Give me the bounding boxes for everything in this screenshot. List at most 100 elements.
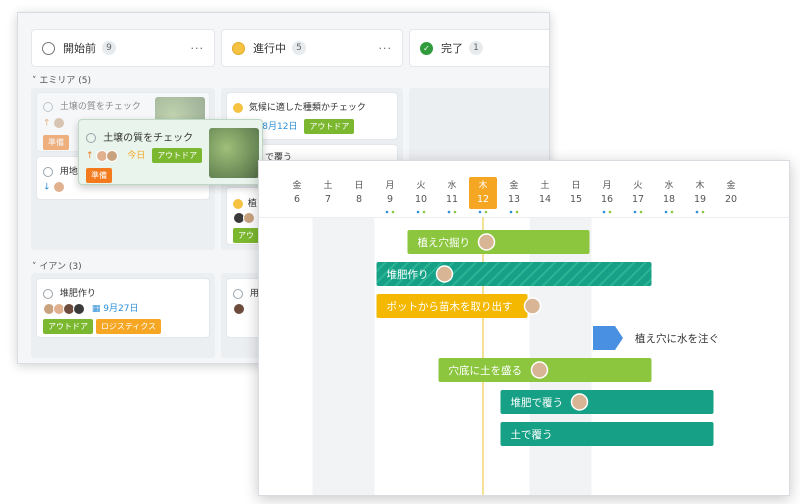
- date-label: 6: [294, 194, 300, 205]
- date-label: 8: [356, 194, 362, 205]
- group-header-emilia[interactable]: ˅ エミリア (5): [32, 73, 91, 86]
- group-label: エミリア (5): [39, 76, 91, 86]
- due-date: 今日: [127, 151, 146, 161]
- date-label: 9: [387, 194, 393, 205]
- avatar: [477, 233, 496, 251]
- column-header-todo[interactable]: 開始前 9 ···: [31, 29, 215, 67]
- column-header-in-progress[interactable]: 進行中 5 ···: [221, 29, 403, 67]
- check-circle-icon: ✓: [420, 41, 433, 55]
- day-of-week-label: 月: [602, 180, 611, 191]
- tag: アウトドア: [43, 319, 93, 334]
- in-progress-icon: [233, 102, 243, 113]
- workload-dot: [509, 210, 513, 214]
- day-of-week-label: 月: [385, 180, 394, 191]
- avatar: [530, 361, 549, 379]
- milestone-label: 植え穴に水を注ぐ: [635, 332, 719, 345]
- more-options-icon[interactable]: ···: [191, 42, 205, 55]
- workload-dot: [515, 210, 519, 214]
- status-circle-icon[interactable]: [43, 288, 53, 299]
- workload-dot: [608, 210, 612, 214]
- day-of-week-label: 火: [633, 180, 642, 191]
- day-of-week-label: 土: [540, 179, 549, 191]
- workload-dot: [633, 210, 637, 214]
- date-label: 7: [325, 194, 331, 205]
- status-circle-icon[interactable]: [43, 166, 53, 177]
- day-of-week-label: 火: [416, 180, 425, 191]
- workload-dot: [664, 210, 668, 214]
- date-label: 18: [663, 194, 675, 205]
- priority-down-icon: ↓: [43, 182, 51, 193]
- column-header-done[interactable]: ✓ 完了 1: [409, 29, 549, 67]
- workload-dot: [484, 210, 488, 214]
- avatar: [73, 302, 85, 315]
- tag: 準備: [43, 135, 69, 150]
- date-label: 16: [601, 194, 613, 205]
- task-card[interactable]: 堆肥作り ▦ 9月27日 アウトドア ロジスティクス: [36, 278, 210, 338]
- card-title: 土壌の質をチェック: [59, 102, 141, 112]
- gantt-window: 金 6 土 7 日 8 月 9 火 10 水 11 木 12 金 13 土 14 日 15 月 16 火 17 水 18 木 19 金 2…: [258, 160, 790, 496]
- date-label: 20: [725, 194, 737, 205]
- date-label: 11: [446, 194, 458, 205]
- task-bar-label: 穴底に土を盛る: [449, 364, 523, 377]
- image-thumbnail: [209, 128, 259, 178]
- task-bar-label: 植え穴掘り: [418, 236, 471, 249]
- date-label: 15: [570, 194, 582, 205]
- in-progress-icon: [233, 198, 243, 209]
- workload-dot: [391, 210, 395, 214]
- tag: アウ: [233, 228, 259, 243]
- day-of-week-label: 日: [354, 180, 363, 191]
- status-circle-icon[interactable]: [86, 133, 96, 143]
- header-divider: [259, 217, 789, 218]
- card-title: 気候に適した種類かチェック: [248, 103, 366, 113]
- avatar: [523, 297, 542, 315]
- date-label: 13: [508, 194, 520, 205]
- workload-dot: [695, 210, 699, 214]
- status-circle-icon[interactable]: [233, 288, 243, 299]
- workload-dot: [416, 210, 420, 214]
- task-bar-label: ポットから苗木を取り出す: [387, 300, 513, 313]
- card-title: 堆肥作り: [59, 289, 96, 299]
- workload-dot: [670, 210, 674, 214]
- day-of-week-label: 土: [323, 179, 332, 191]
- weekend-column: [312, 217, 344, 495]
- weekend-column: [560, 217, 592, 495]
- workload-dot: [447, 210, 451, 214]
- task-bar-label: 堆肥作り: [387, 269, 429, 281]
- workload-dot: [422, 210, 426, 214]
- tag: アウトドア: [304, 119, 355, 134]
- column-title: 完了: [441, 42, 463, 55]
- more-options-icon[interactable]: ···: [379, 42, 393, 55]
- tag: 準備: [86, 168, 112, 183]
- avatar: [106, 149, 119, 162]
- column-count: 9: [102, 41, 116, 55]
- day-of-week-label: 金: [509, 179, 518, 191]
- tag: ロジスティクス: [95, 319, 162, 334]
- day-of-week-label: 水: [447, 179, 456, 191]
- workload-dot: [453, 210, 457, 214]
- group-header-ian[interactable]: ˅ イアン (3): [32, 259, 82, 272]
- due-date: 8月12日: [262, 122, 298, 132]
- date-label: 19: [694, 194, 706, 205]
- milestone-marker[interactable]: [593, 326, 623, 350]
- in-progress-status-icon: [232, 41, 245, 55]
- day-of-week-label: 木: [695, 179, 704, 191]
- card-title: 土壌の質をチェック: [103, 133, 194, 144]
- task-bar-label: 土で覆う: [511, 428, 553, 441]
- day-of-week-label: 日: [571, 180, 580, 191]
- avatar: [570, 393, 589, 411]
- avatar: [233, 303, 245, 315]
- column-title: 進行中: [253, 42, 286, 55]
- status-circle-icon[interactable]: [43, 101, 53, 112]
- dragged-task-card[interactable]: 土壌の質をチェック ↑ 今日 アウトドア 準備: [78, 119, 263, 185]
- date-label: 17: [632, 194, 644, 205]
- avatar: [435, 265, 454, 283]
- weekend-column: [529, 217, 561, 495]
- day-of-week-label: 木: [478, 179, 487, 191]
- task-bar-label: 堆肥で覆う: [511, 397, 564, 409]
- workload-dot: [602, 210, 606, 214]
- date-label: 14: [539, 194, 551, 205]
- group-label: イアン (3): [39, 262, 82, 272]
- day-of-week-label: 水: [664, 179, 673, 191]
- column-count: 1: [469, 41, 483, 55]
- todo-status-icon: [42, 41, 55, 55]
